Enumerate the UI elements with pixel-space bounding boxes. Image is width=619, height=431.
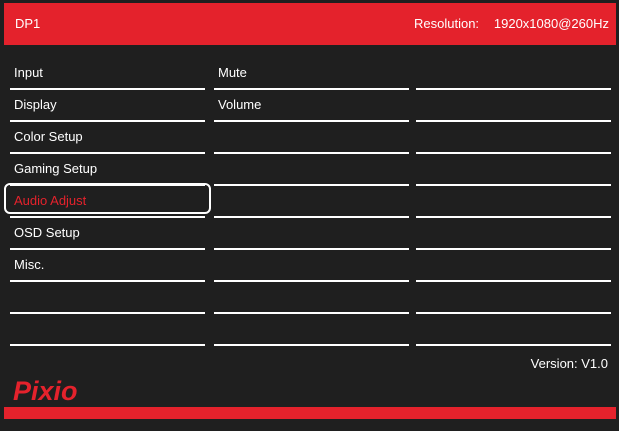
menu-item-input[interactable]: Input [10,58,205,90]
version-text: Version: V1.0 [530,356,608,371]
menu-item-osd-setup[interactable]: OSD Setup [10,218,205,250]
value-item [416,90,611,122]
submenu: Mute Volume [214,58,409,346]
menu-item-label: Gaming Setup [14,161,98,176]
submenu-item-label: Mute [218,65,247,80]
value-item [416,218,611,250]
value-item [416,250,611,282]
main-menu: Input Display Color Setup Gaming Setup A… [10,58,205,346]
value-item [416,58,611,90]
submenu-item-empty [214,186,409,218]
menu-item-misc[interactable]: Misc. [10,250,205,282]
menu-item-label: Input [14,65,43,80]
menu-item-label: Misc. [14,257,45,272]
submenu-item-mute[interactable]: Mute [214,58,409,90]
resolution-value: 1920x1080@260Hz [493,16,609,31]
menu-item-color-setup[interactable]: Color Setup [10,122,205,154]
value-item [416,186,611,218]
menu-item-empty [10,314,205,346]
submenu-item-empty [214,154,409,186]
submenu-item-label: Volume [218,97,262,112]
menu-item-audio-adjust[interactable]: Audio Adjust [10,186,205,218]
submenu-item-empty [214,282,409,314]
submenu-item-volume[interactable]: Volume [214,90,409,122]
footer-bar [4,407,616,419]
menu-item-gaming-setup[interactable]: Gaming Setup [10,154,205,186]
pixio-logo-text: Pixio [13,376,78,406]
submenu-item-empty [214,122,409,154]
header-bar: DP1 Resolution: 1920x1080@260Hz [4,3,616,45]
osd-menu: DP1 Resolution: 1920x1080@260Hz Input Di… [0,0,619,431]
value-item [416,122,611,154]
value-item [416,282,611,314]
submenu-item-empty [214,218,409,250]
value-item [416,314,611,346]
pixio-logo: Pixio [13,376,78,406]
menu-item-label: Audio Adjust [14,193,87,208]
submenu-item-empty [214,250,409,282]
value-item [416,154,611,186]
menu-item-label: OSD Setup [14,225,80,240]
menu-item-label: Display [14,97,57,112]
submenu-item-empty [214,314,409,346]
menu-item-empty [10,282,205,314]
menu-item-label: Color Setup [14,129,83,144]
resolution-label: Resolution: [414,16,480,31]
value-column [416,58,611,346]
input-source: DP1 [15,16,41,31]
menu-item-display[interactable]: Display [10,90,205,122]
